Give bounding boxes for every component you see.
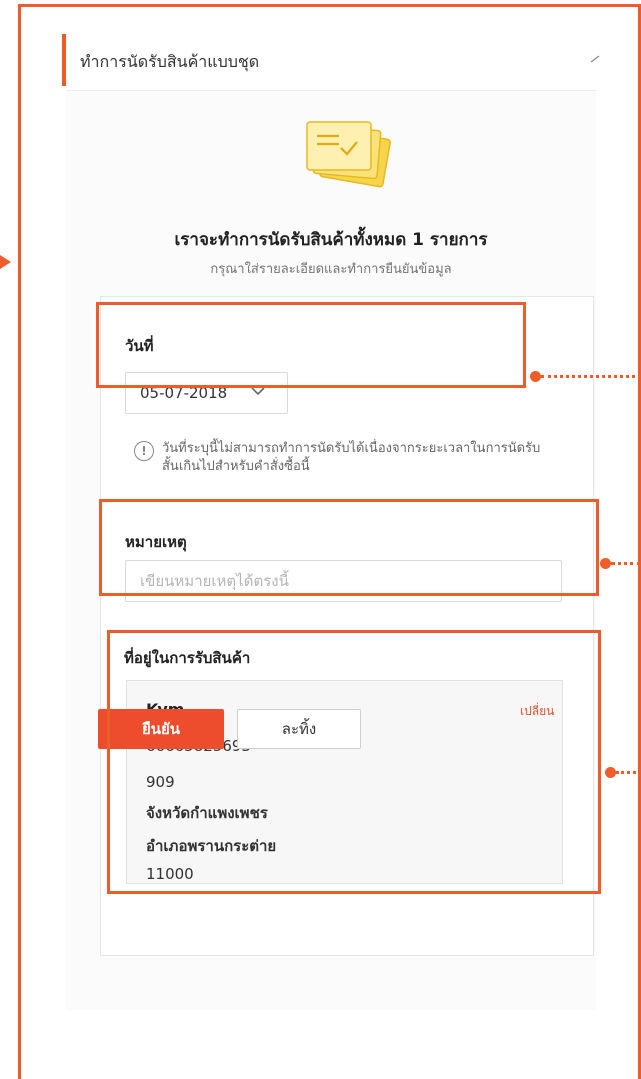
documents-illustration xyxy=(295,112,400,197)
summary-heading: เราจะทำการนัดรับสินค้าทั้งหมด 1 รายการ xyxy=(174,230,488,250)
date-highlight-box xyxy=(96,302,526,388)
note-connector-dot xyxy=(600,558,611,569)
date-connector-line xyxy=(541,375,641,378)
panel-title: ทำการนัดรับสินค้าแบบชุด xyxy=(80,52,260,71)
panel-accent-bar xyxy=(62,34,66,86)
date-connector-dot xyxy=(530,371,541,382)
note-connector-line xyxy=(611,562,641,565)
info-icon: ! xyxy=(134,441,154,461)
note-highlight-box xyxy=(99,499,599,596)
date-notice: วันที่ระบุนี้ไม่สามารถทำการนัดรับได้เนื่… xyxy=(162,441,541,474)
header-divider xyxy=(66,90,596,91)
address-connector-line xyxy=(616,771,641,774)
address-highlight-box xyxy=(107,630,601,894)
summary-subheading: กรุณาใส่รายละเอียดและทำการยืนยันข้อมูล xyxy=(210,262,452,277)
chevron-up-icon[interactable] xyxy=(588,52,602,66)
annotation-arrow xyxy=(0,255,11,269)
address-connector-dot xyxy=(605,767,616,778)
